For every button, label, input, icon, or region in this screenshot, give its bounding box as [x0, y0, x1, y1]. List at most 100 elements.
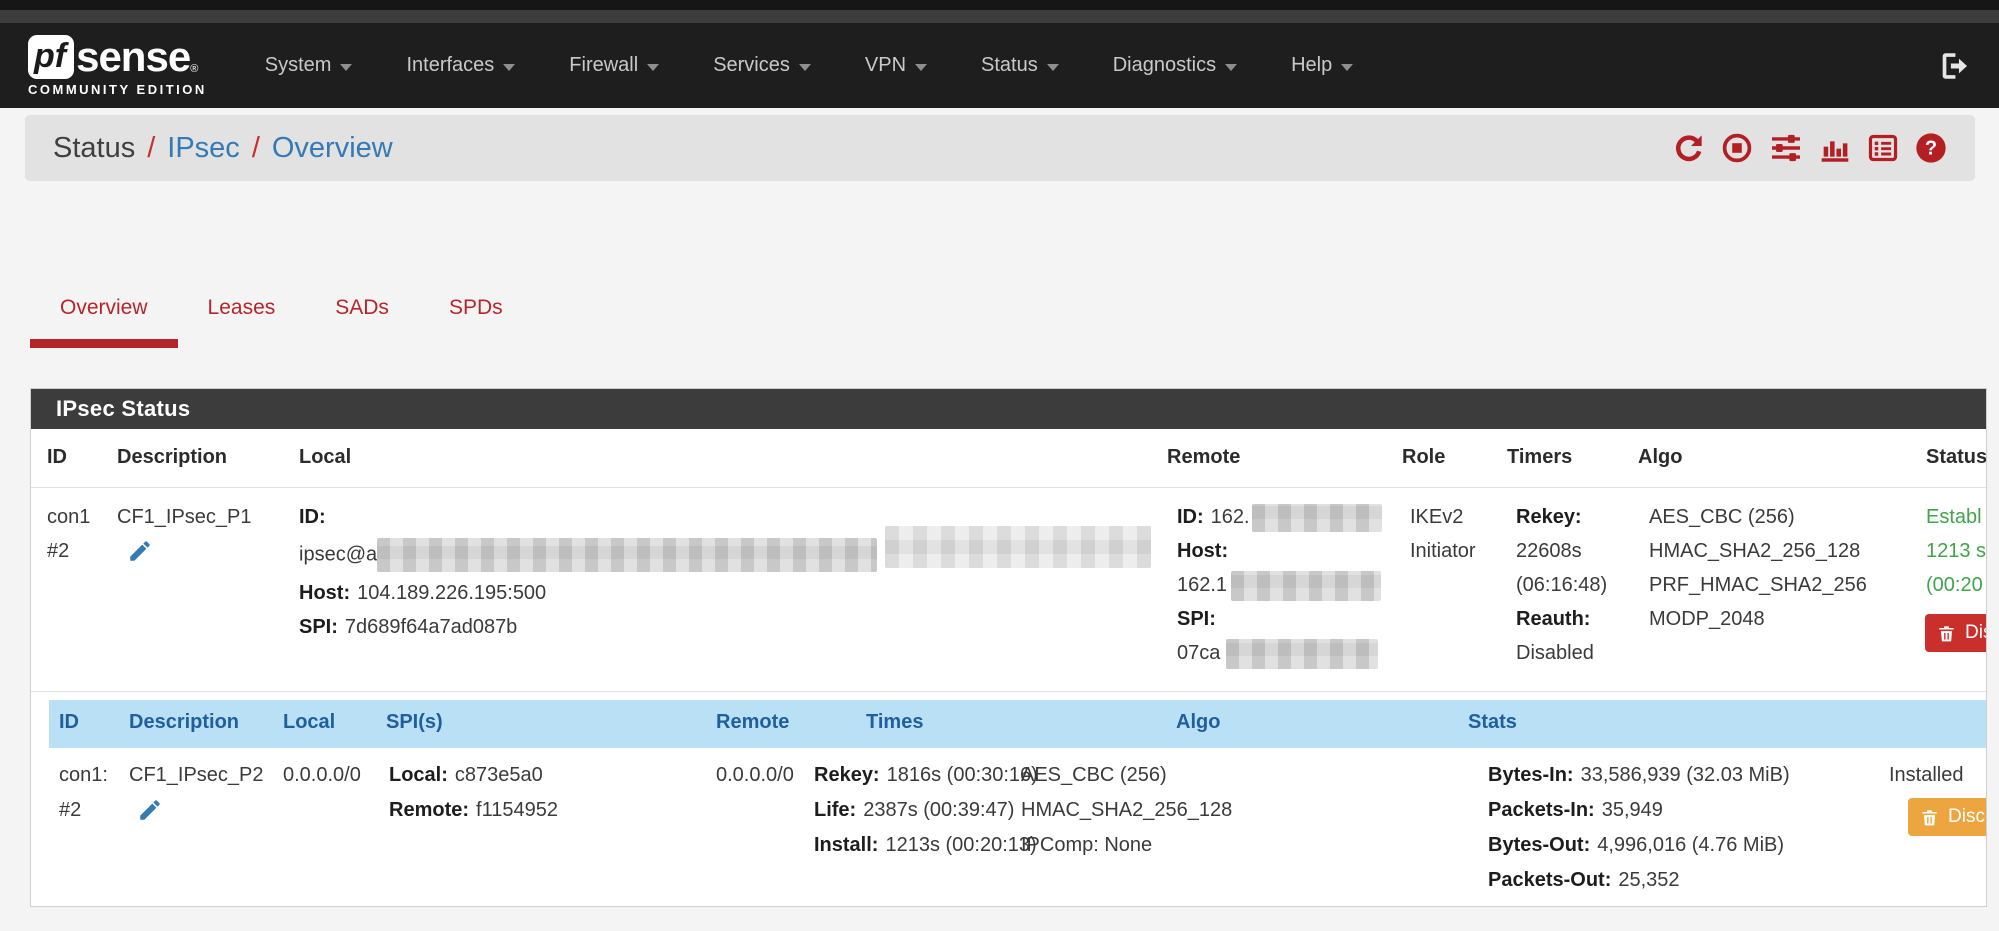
- child-column-local: Local: [283, 711, 335, 734]
- disconnect-button[interactable]: Dis: [1925, 614, 1987, 652]
- child-algo-ipcomp: IPComp: None: [1021, 828, 1232, 863]
- column-header-remote: Remote: [1167, 446, 1240, 469]
- help-circle-icon[interactable]: ?: [1915, 132, 1947, 164]
- disconnect-button-label: Dis: [1965, 622, 1987, 644]
- child-column-times: Times: [866, 711, 923, 734]
- algo-prf: PRF_HMAC_SHA2_256: [1649, 568, 1867, 602]
- menu-item-label: VPN: [865, 54, 906, 76]
- child-column-id: ID: [59, 711, 79, 734]
- menu-item-system[interactable]: System: [265, 54, 353, 77]
- reauth-value: Disabled: [1516, 636, 1607, 670]
- local-spi-label: SPI:: [299, 616, 338, 638]
- chevron-down-icon: [1047, 64, 1059, 71]
- sa-description-cell: CF1_IPsec_P1: [117, 500, 252, 575]
- child-remote-net: 0.0.0.0/0: [716, 758, 794, 793]
- ike-table-header: ID Description Local Remote Role Timers …: [31, 429, 1986, 488]
- menu-item-label: System: [265, 54, 332, 76]
- chevron-down-icon: [340, 64, 352, 71]
- pfsense-page: pf sense ® COMMUNITY EDITION System Inte…: [0, 0, 1999, 931]
- column-header-role: Role: [1402, 446, 1445, 469]
- chevron-down-icon: [503, 64, 515, 71]
- tab-leases[interactable]: Leases: [178, 282, 306, 348]
- tab-label: Leases: [208, 296, 276, 319]
- ike-sa-row: con1 #2 CF1_IPsec_P1 ID: ipsec@a Host:10…: [31, 488, 1986, 692]
- time-life-label: Life:: [814, 799, 856, 821]
- bar-chart-icon[interactable]: [1819, 132, 1851, 164]
- remote-id-value: 162.: [1211, 506, 1250, 528]
- pfsense-logo-sense: sense: [76, 36, 190, 78]
- pfsense-logo-pf: pf: [28, 35, 74, 79]
- child-column-algo: Algo: [1176, 711, 1220, 734]
- menu-item-help[interactable]: Help: [1291, 54, 1353, 77]
- packets-out-value: 25,352: [1618, 869, 1679, 891]
- child-description-cell: CF1_IPsec_P2: [129, 758, 264, 835]
- list-icon[interactable]: [1867, 132, 1899, 164]
- window-title-strip: [0, 10, 1999, 23]
- redacted-remote-id: [1252, 504, 1382, 532]
- redacted-remote-host: [1231, 571, 1381, 601]
- breadcrumb-link-ipsec[interactable]: IPsec: [167, 132, 240, 165]
- child-local-cell: 0.0.0.0/0: [283, 758, 361, 793]
- menu-item-vpn[interactable]: VPN: [865, 54, 927, 77]
- window-top-strip: [0, 0, 1999, 10]
- time-install-label: Install:: [814, 834, 878, 856]
- menu-item-label: Help: [1291, 54, 1332, 76]
- reauth-label: Reauth:: [1516, 608, 1590, 630]
- refresh-icon[interactable]: [1673, 132, 1705, 164]
- spi-local-value: c873e5a0: [455, 764, 543, 786]
- chevron-down-icon: [647, 64, 659, 71]
- pfsense-logo[interactable]: pf sense ® COMMUNITY EDITION: [28, 35, 207, 97]
- stop-circle-icon[interactable]: [1721, 132, 1753, 164]
- child-description: CF1_IPsec_P2: [129, 758, 264, 793]
- child-disconnect-button[interactable]: Disco: [1908, 798, 1987, 836]
- column-header-algo: Algo: [1638, 446, 1682, 469]
- ipsec-status-panel: IPsec Status ID Description Local Remote…: [30, 388, 1987, 907]
- sa-id-cell: con1 #2: [47, 500, 90, 568]
- time-rekey-value: 1816s (00:30:16): [887, 764, 1038, 786]
- status-state: Establ: [1926, 500, 1986, 534]
- breadcrumb-separator: /: [252, 132, 260, 165]
- time-install-value: 1213s (00:20:13): [885, 834, 1036, 856]
- svg-text:?: ?: [1925, 138, 1937, 160]
- menu-item-label: Diagnostics: [1113, 54, 1216, 76]
- main-menu: System Interfaces Firewall Services VPN …: [265, 54, 1353, 77]
- child-table-header: ID Description Local SPI(s) Remote Times…: [49, 700, 1987, 748]
- panel-title: IPsec Status: [56, 396, 190, 422]
- pfsense-logo-edition: COMMUNITY EDITION: [28, 82, 207, 97]
- child-status: Installed: [1889, 758, 1964, 793]
- rekey-time: (06:16:48): [1516, 568, 1607, 602]
- status-cell: Establ 1213 s (00:20: [1926, 500, 1986, 602]
- menu-item-diagnostics[interactable]: Diagnostics: [1113, 54, 1237, 77]
- menu-item-label: Status: [981, 54, 1038, 76]
- rekey-seconds: 22608s: [1516, 534, 1607, 568]
- remote-host-label: Host:: [1177, 540, 1228, 562]
- trash-icon: [1920, 807, 1939, 828]
- algo-encryption: AES_CBC (256): [1649, 500, 1867, 534]
- spi-local-label: Local:: [389, 764, 448, 786]
- menu-item-status[interactable]: Status: [981, 54, 1059, 77]
- child-algo-integrity: HMAC_SHA2_256_128: [1021, 793, 1232, 828]
- tab-sads[interactable]: SADs: [305, 282, 419, 348]
- spi-remote-value: f1154952: [476, 799, 558, 821]
- breadcrumb-link-overview[interactable]: Overview: [272, 132, 393, 165]
- panel-header: IPsec Status: [31, 389, 1986, 429]
- sliders-icon[interactable]: [1769, 132, 1803, 164]
- menu-item-firewall[interactable]: Firewall: [569, 54, 659, 77]
- local-id-label: ID:: [299, 506, 326, 528]
- menu-item-interfaces[interactable]: Interfaces: [406, 54, 515, 77]
- menu-item-services[interactable]: Services: [713, 54, 811, 77]
- role-version: IKEv2: [1410, 500, 1476, 534]
- child-id-sub: #2: [59, 793, 108, 828]
- local-id-value: ipsec@a: [299, 543, 377, 565]
- child-column-description: Description: [129, 711, 239, 734]
- tab-spds[interactable]: SPDs: [419, 282, 533, 348]
- tab-label: SPDs: [449, 296, 503, 319]
- edit-pencil-icon[interactable]: [137, 797, 163, 835]
- breadcrumb-separator: /: [147, 132, 155, 165]
- child-algo-encryption: AES_CBC (256): [1021, 758, 1232, 793]
- tab-overview[interactable]: Overview: [30, 282, 178, 348]
- column-header-description: Description: [117, 446, 227, 469]
- edit-pencil-icon[interactable]: [127, 538, 153, 575]
- logout-icon[interactable]: [1937, 49, 1971, 83]
- child-id: con1:: [59, 758, 108, 793]
